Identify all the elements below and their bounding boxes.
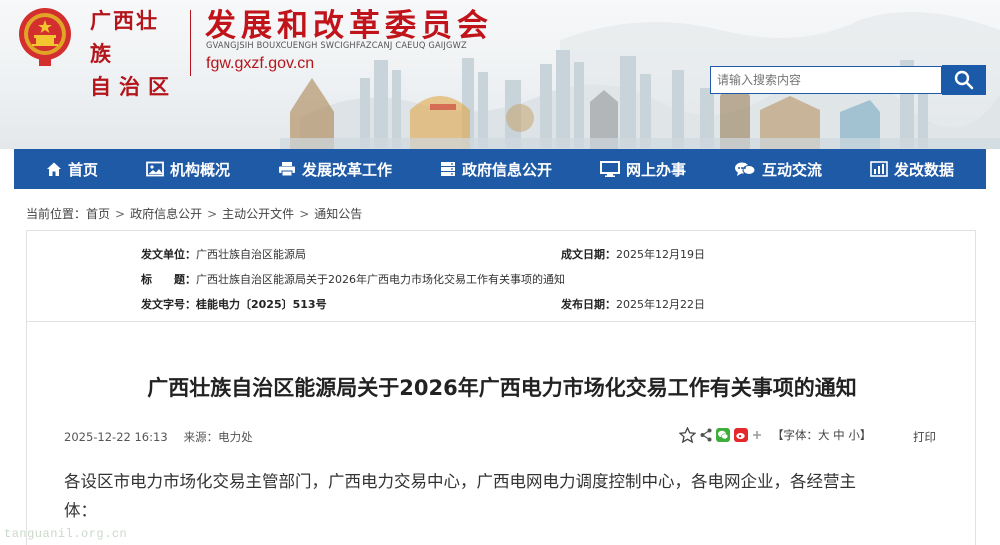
more-share-icon[interactable]	[752, 430, 762, 440]
font-size-small[interactable]: 小	[848, 428, 860, 442]
weibo-icon[interactable]	[734, 428, 748, 442]
nav-item-home[interactable]: 首页	[46, 159, 98, 180]
bar-chart-icon	[870, 161, 888, 177]
national-emblem-icon	[19, 8, 71, 66]
breadcrumb-separator: >	[207, 207, 218, 221]
nav-label: 政府信息公开	[461, 160, 552, 179]
nav-label: 发展改革工作	[301, 160, 392, 179]
nav-item-organization[interactable]: 机构概况	[146, 159, 230, 180]
issuer-value: 广西壮族自治区能源局	[196, 248, 306, 261]
breadcrumb-separator: >	[299, 207, 310, 221]
region-name: 广西壮族 自治区	[90, 4, 180, 103]
share-icon[interactable]	[700, 428, 712, 442]
font-size-control: 【字体：大 中 小】	[772, 427, 871, 443]
font-size-large[interactable]: 大	[818, 428, 830, 442]
body-paragraph-line: 各设区市电力市场化交易主管部门，广西电力交易中心，广西电网电力调度控制中心，各电…	[64, 472, 856, 491]
chat-icon	[734, 162, 756, 176]
title-label: 标 题：	[141, 273, 196, 286]
article-body: 各设区市电力市场化交易主管部门，广西电力交易中心，广西电网电力调度控制中心，各电…	[64, 467, 944, 525]
font-label: 【字体：	[772, 428, 818, 442]
article-title: 广西壮族自治区能源局关于2026年广西电力市场化交易工作有关事项的通知	[147, 376, 857, 400]
nav-item-reform-work[interactable]: 发展改革工作	[278, 159, 392, 180]
header-divider	[190, 10, 191, 76]
publish-date-label: 发布日期：	[561, 298, 616, 311]
print-link[interactable]: 打印	[913, 429, 936, 445]
nav-label: 机构概况	[169, 160, 230, 179]
title-value: 广西壮族自治区能源局关于2026年广西电力市场化交易工作有关事项的通知	[196, 273, 565, 286]
search-button[interactable]	[942, 65, 986, 95]
article-meta: 2025-12-22 16:13 来源：电力处	[64, 429, 253, 445]
title-row: 标 题：广西壮族自治区能源局关于2026年广西电力市场化交易工作有关事项的通知	[141, 271, 565, 287]
written-date-value: 2025年12月19日	[616, 248, 705, 261]
breadcrumb: 当前位置：首页 > 政府信息公开 > 主动公开文件 > 通知公告	[26, 205, 362, 222]
font-label-close: 】	[859, 428, 872, 442]
site-url: fgw.gxzf.gov.cn	[206, 55, 315, 72]
issuer-label: 发文单位：	[141, 248, 196, 261]
document-info-panel: 发文单位：广西壮族自治区能源局 成文日期：2025年12月19日 标 题：广西壮…	[26, 230, 976, 322]
site-header: 广西壮族 自治区 发展和改革委员会 GVANGJSIH BOUXCUENGH S…	[0, 0, 1000, 149]
breadcrumb-link-public-docs[interactable]: 主动公开文件	[222, 207, 294, 221]
nav-item-online-service[interactable]: 网上办事	[599, 159, 686, 180]
article-datetime: 2025-12-22 16:13	[64, 430, 168, 444]
nav-item-interaction[interactable]: 互动交流	[734, 159, 822, 180]
nav-item-data[interactable]: 发改数据	[870, 159, 954, 180]
org-title: 发展和改革委员会	[205, 8, 493, 44]
article: 广西壮族自治区能源局关于2026年广西电力市场化交易工作有关事项的通知 2025…	[26, 322, 976, 545]
doc-number-value: 桂能电力〔2025〕513号	[196, 298, 327, 311]
publish-date-value: 2025年12月22日	[616, 298, 705, 311]
nav-label: 发改数据	[893, 160, 954, 179]
printer-icon	[278, 162, 295, 177]
region-name-line1: 广西壮族	[90, 8, 159, 66]
body-paragraph-line: 体：	[64, 501, 97, 520]
breadcrumb-prefix: 当前位置：	[26, 207, 87, 221]
share-tools: 【字体：大 中 小】	[679, 427, 871, 443]
region-name-line2: 自治区	[90, 74, 177, 99]
home-icon	[46, 162, 61, 176]
breadcrumb-link-notices[interactable]: 通知公告	[314, 207, 362, 221]
wechat-icon[interactable]	[716, 428, 730, 442]
nav-label: 互动交流	[761, 160, 822, 179]
breadcrumb-link-gov-info[interactable]: 政府信息公开	[130, 207, 202, 221]
image-icon	[146, 161, 164, 177]
breadcrumb-link-home[interactable]: 首页	[86, 207, 110, 221]
article-source: 来源：电力处	[183, 430, 253, 444]
breadcrumb-separator: >	[115, 207, 126, 221]
server-icon	[440, 162, 455, 176]
doc-number-label: 发文字号：	[141, 298, 196, 311]
written-date-row: 成文日期：2025年12月19日	[561, 246, 705, 262]
publish-date-row: 发布日期：2025年12月22日	[561, 296, 705, 312]
search-icon	[954, 70, 974, 90]
favorite-star-icon[interactable]	[679, 427, 696, 443]
monitor-icon	[599, 161, 620, 177]
nav-label: 网上办事	[625, 160, 686, 179]
nav-label: 首页	[67, 160, 98, 179]
written-date-label: 成文日期：	[561, 248, 616, 261]
watermark-text: tanguanil.org.cn	[4, 527, 128, 541]
search-input[interactable]	[710, 66, 942, 94]
nav-item-gov-info[interactable]: 政府信息公开	[440, 159, 552, 180]
org-pinyin: GVANGJSIH BOUXCUENGH SWCIGHFAZCANJ CAEUQ…	[206, 41, 467, 51]
font-size-medium[interactable]: 中	[833, 428, 845, 442]
issuer-row: 发文单位：广西壮族自治区能源局	[141, 246, 306, 262]
main-nav: 首页 机构概况 发展改革工作 政府信息公开 网上办事 互动交流 发改数据	[14, 149, 986, 189]
doc-number-row: 发文字号：桂能电力〔2025〕513号	[141, 296, 327, 312]
